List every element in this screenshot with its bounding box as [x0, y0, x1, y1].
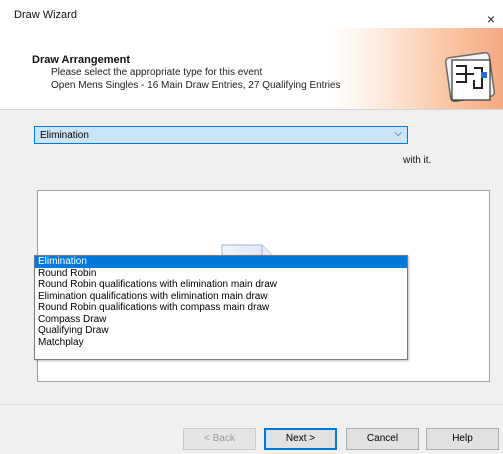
content-area: Elimination ⌵ with it. Elimination Round… [0, 110, 503, 404]
header-event-info: Open Mens Singles - 16 Main Draw Entries… [51, 80, 341, 91]
wizard-header: Draw Arrangement Please select the appro… [0, 28, 503, 109]
draw-type-dropdown: Elimination Round Robin Round Robin qual… [34, 255, 408, 360]
dropdown-option[interactable]: Round Robin [35, 268, 407, 280]
close-icon[interactable]: × [484, 11, 498, 27]
dropdown-option[interactable]: Compass Draw [35, 314, 407, 326]
dropdown-option[interactable]: Elimination qualifications with eliminat… [35, 291, 407, 303]
header-description: Please select the appropriate type for t… [51, 67, 263, 78]
window-title: Draw Wizard [14, 9, 77, 21]
dropdown-option[interactable]: Round Robin qualifications with compass … [35, 302, 407, 314]
title-bar: Draw Wizard × [0, 0, 503, 28]
next-button[interactable]: Next > [264, 428, 337, 450]
dropdown-option[interactable]: Elimination [35, 256, 407, 268]
help-button[interactable]: Help [426, 428, 499, 450]
button-bar: < Back Next > Cancel Help [0, 404, 503, 454]
bracket-logo-icon [444, 52, 496, 103]
header-title: Draw Arrangement [32, 54, 131, 66]
draw-type-select[interactable]: Elimination ⌵ [34, 126, 408, 144]
cancel-button[interactable]: Cancel [346, 428, 419, 450]
dropdown-option[interactable]: Qualifying Draw [35, 325, 407, 337]
draw-type-value: Elimination [40, 130, 89, 141]
dropdown-option[interactable]: Round Robin qualifications with eliminat… [35, 279, 407, 291]
dropdown-option[interactable]: Matchplay [35, 337, 407, 349]
back-button[interactable]: < Back [183, 428, 256, 450]
chevron-down-icon[interactable]: ⌵ [394, 128, 402, 139]
partial-description: with it. [403, 155, 432, 166]
